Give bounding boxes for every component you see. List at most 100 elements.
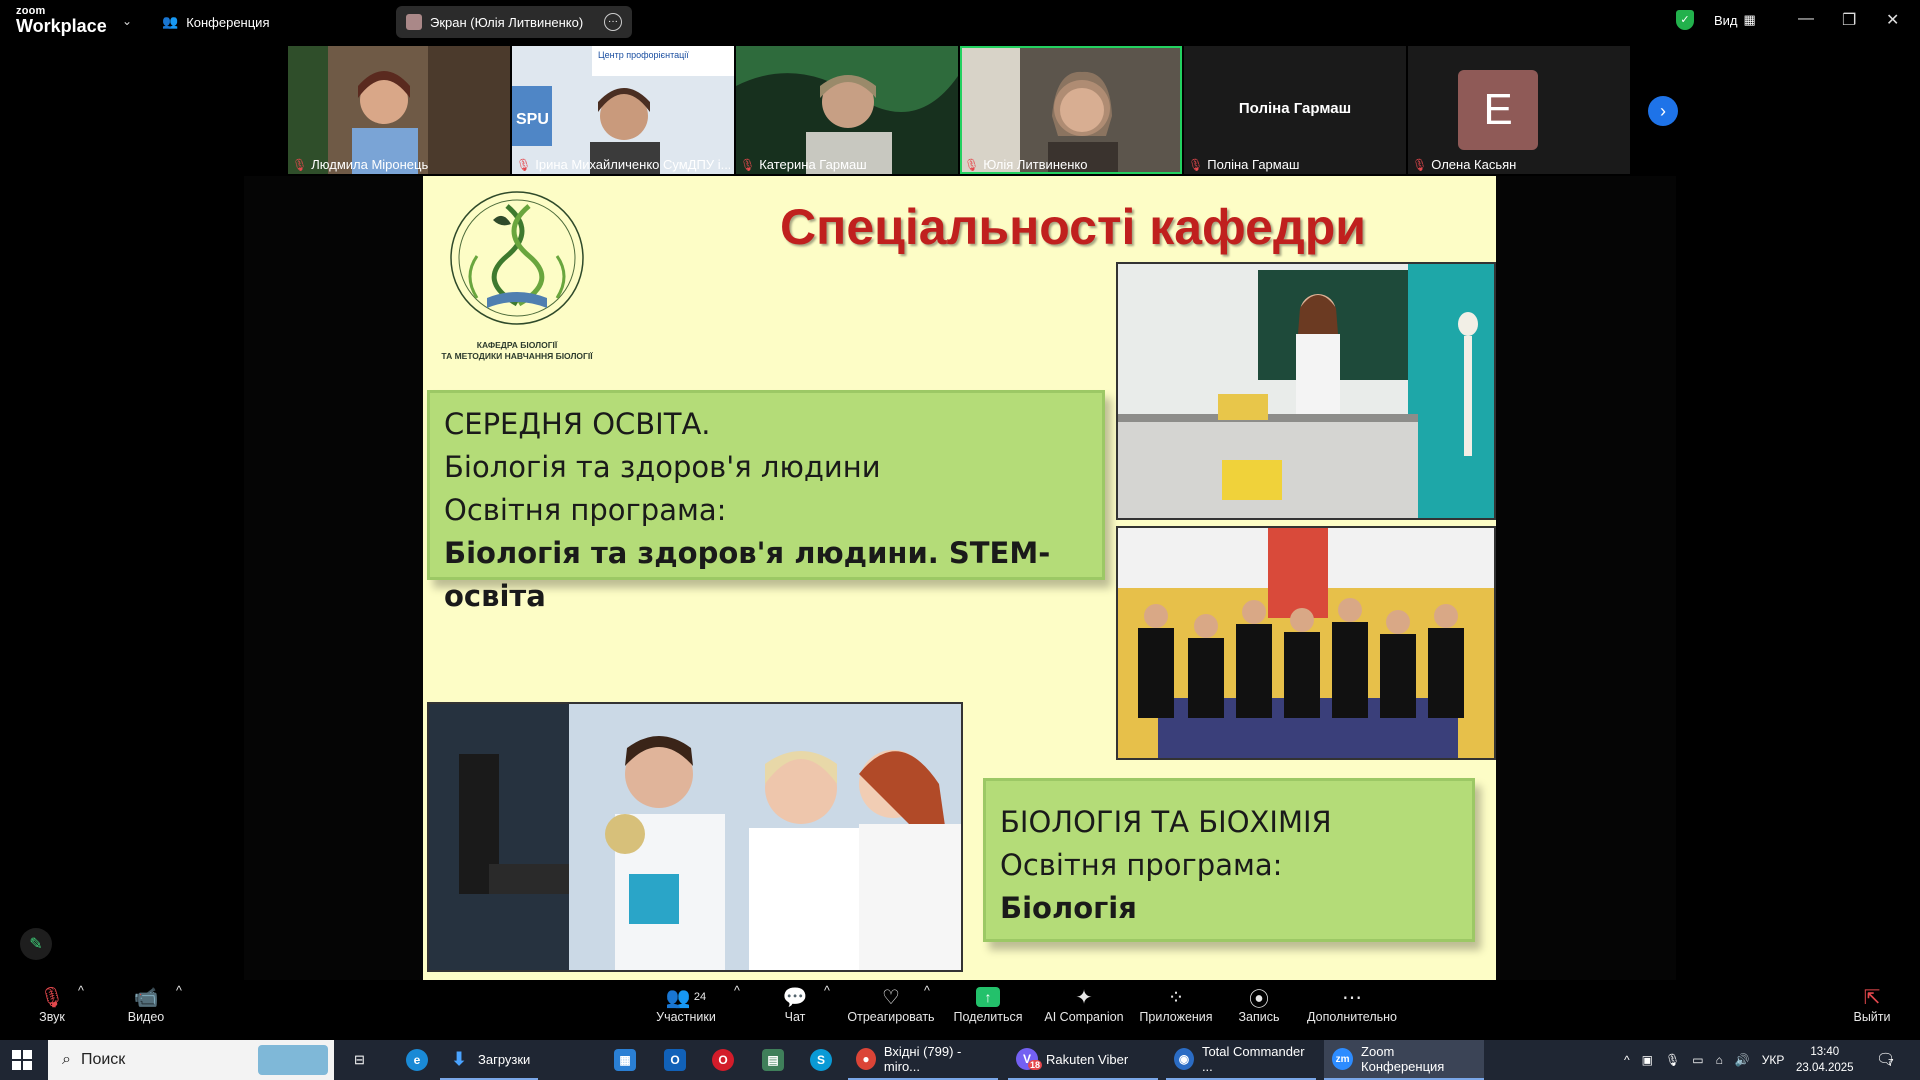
calculator-icon[interactable]: ▤: [754, 1040, 792, 1080]
logo-line2: Workplace: [16, 16, 107, 36]
ai-companion-button[interactable]: ✦ AI Companion: [1044, 984, 1124, 1025]
tray-camera-icon[interactable]: ▣: [1642, 1053, 1653, 1067]
apps-button[interactable]: ⁘ Приложения: [1138, 984, 1214, 1025]
close-button[interactable]: ✕: [1886, 10, 1899, 30]
meeting-toolbar: 🎙 Звук ^ 📹 Видео ^ 👥 24 Участники ^ 💬 Чат…: [0, 980, 1920, 1040]
screen-share-indicator[interactable]: Экран (Юлія Литвиненко) ···: [396, 6, 632, 38]
taskbar-downloads[interactable]: ⬇ Загрузки: [440, 1040, 539, 1080]
zoom-logo[interactable]: zoom Workplace: [16, 6, 107, 36]
audio-label: Звук: [39, 1010, 65, 1024]
participant-name-2: 🎙 Катерина Гармаш: [740, 157, 867, 172]
video-options-chevron-icon[interactable]: ^: [176, 984, 182, 998]
mic-muted-icon: 🎙: [964, 157, 980, 172]
taskbar-total-commander[interactable]: ◉ Total Commander ...: [1166, 1040, 1316, 1080]
participants-options-chevron-icon[interactable]: ^: [734, 984, 740, 998]
department-emblem-logo: [450, 191, 584, 325]
participant-video: [736, 46, 958, 174]
emblem-caption-line1: КАФЕДРА БІОЛОГІЇ: [476, 340, 558, 350]
share-screen-button[interactable]: ↑ Поделиться: [952, 984, 1024, 1024]
video-button[interactable]: 📹 Видео: [120, 984, 172, 1025]
specialty-box-secondary-education: СЕРЕДНЯ ОСВІТА. Біологія та здоров'я люд…: [427, 390, 1105, 613]
tray-mic-icon[interactable]: 🎙: [1665, 1053, 1680, 1067]
download-arrow-icon: ⬇: [451, 1048, 467, 1069]
opera-icon[interactable]: O: [704, 1040, 742, 1080]
record-button[interactable]: ⦿ Запись: [1236, 984, 1282, 1025]
annotate-pen-icon[interactable]: ✎: [20, 928, 52, 960]
tray-network-icon[interactable]: ⌂: [1716, 1053, 1723, 1067]
search-placeholder: Поиск: [80, 1051, 126, 1068]
next-page-arrow-icon[interactable]: ›: [1648, 96, 1678, 126]
downloads-label: Загрузки: [478, 1051, 531, 1067]
participant-tile[interactable]: 🎙 Людмила Міронець: [288, 46, 510, 174]
presentation-slide: Спеціальності кафедри КАФЕДРА БІОЛОГІЇ Т…: [423, 176, 1496, 980]
security-shield-icon[interactable]: ✓: [1676, 10, 1694, 30]
tray-screen-icon[interactable]: ▭: [1692, 1053, 1703, 1067]
restore-button[interactable]: ❐: [1842, 10, 1856, 30]
view-label: Вид: [1714, 12, 1738, 28]
chat-icon: 💬: [782, 986, 808, 1009]
participants-button[interactable]: 👥 24 Участники: [650, 984, 722, 1025]
more-options-icon[interactable]: ···: [604, 13, 622, 31]
taskbar-chrome[interactable]: ● Вхідні (799) - miro...: [848, 1040, 998, 1080]
chat-options-chevron-icon[interactable]: ^: [824, 984, 830, 998]
audio-options-chevron-icon[interactable]: ^: [78, 984, 84, 998]
view-button[interactable]: Вид ▦: [1714, 12, 1756, 28]
chat-button[interactable]: 💬 Чат: [780, 984, 810, 1025]
minimize-button[interactable]: —: [1798, 10, 1814, 28]
sparkle-icon: ✦: [1075, 986, 1093, 1009]
apps-label: Приложения: [1139, 1010, 1213, 1024]
windows-start-icon[interactable]: [12, 1050, 32, 1070]
participant-tile[interactable]: 🎙 Катерина Гармаш: [736, 46, 958, 174]
search-icon: ⌕: [62, 1051, 71, 1068]
more-dots-icon: ⋯: [1342, 986, 1362, 1009]
edge-browser-icon[interactable]: e: [398, 1040, 436, 1080]
chrome-icon: ●: [856, 1048, 876, 1070]
mic-muted-icon: 🎙: [1412, 157, 1428, 172]
meeting-menu[interactable]: 👥 Конференция: [162, 12, 269, 32]
participants-label: Участники: [656, 1010, 716, 1024]
participant-tile[interactable]: Центр профорієнтації SPU 🎙 Ірина Михайлич…: [512, 46, 734, 174]
tray-chevron-up-icon[interactable]: ^: [1624, 1053, 1630, 1067]
participant-tile-active-speaker[interactable]: 🎙 Юлія Литвиненко: [960, 46, 1182, 174]
participant-avatar: Е: [1458, 70, 1538, 150]
audio-button[interactable]: 🎙 Звук: [28, 984, 76, 1025]
tray-language[interactable]: УКР: [1762, 1053, 1785, 1067]
chrome-label: Вхідні (799) - miro...: [883, 1044, 962, 1074]
leave-button[interactable]: ⇱ Выйти: [1852, 984, 1892, 1025]
clock-date: 23.04.2025: [1796, 1062, 1854, 1074]
apps-icon: ⁘: [1167, 986, 1185, 1009]
outlook-icon[interactable]: O: [656, 1040, 694, 1080]
box1-line3: Освітня програма:: [444, 493, 727, 527]
participant-video: Центр профорієнтації SPU: [512, 46, 734, 174]
participant-center-name: Поліна Гармаш: [1238, 100, 1352, 117]
zoom-taskbar-label: Zoom Конференция: [1361, 1044, 1445, 1074]
taskbar-search-box[interactable]: ⌕ Поиск: [48, 1040, 334, 1080]
react-button[interactable]: ♡ Отреагировать: [846, 984, 936, 1025]
emblem-caption-line2: ТА МЕТОДИКИ НАВЧАННЯ БІОЛОГІЇ: [441, 350, 593, 361]
participant-video: [960, 46, 1182, 174]
box1-line4: Біологія та здоров'я людини. STEM-освіта: [444, 536, 1051, 613]
taskbar-clock[interactable]: 13:40 23.04.2025: [1796, 1044, 1854, 1076]
system-tray: ^ ▣ 🎙 ▭ ⌂ 🔊 УКР: [1624, 1040, 1784, 1080]
notification-center-icon[interactable]: 🗨 7: [1876, 1050, 1895, 1069]
share-label: Поделиться: [953, 1010, 1023, 1024]
chevron-down-icon[interactable]: ⌄: [122, 14, 132, 28]
participant-tile[interactable]: Е 🎙 Олена Касьян: [1408, 46, 1630, 174]
task-view-icon[interactable]: ⊟: [346, 1040, 373, 1080]
skype-icon[interactable]: S: [802, 1040, 840, 1080]
react-options-chevron-icon[interactable]: ^: [924, 984, 930, 998]
mic-muted-icon: 🎙: [39, 986, 65, 1009]
taskbar-viber[interactable]: V 18 Rakuten Viber: [1008, 1040, 1158, 1080]
taskbar-zoom[interactable]: zm Zoom Конференция: [1324, 1040, 1484, 1080]
windows-taskbar: ⌕ Поиск ⊟ e ⬇ Загрузки ▦ O O ▤ S ● Вхідн…: [0, 1040, 1920, 1080]
participant-name-0: 🎙 Людмила Міронець: [292, 157, 429, 172]
leave-icon: ⇱: [1863, 986, 1881, 1009]
tray-volume-icon[interactable]: 🔊: [1735, 1053, 1750, 1067]
zoom-window: zoom Workplace ⌄ 👥 Конференция Экран (Юл…: [0, 0, 1920, 1040]
chat-label: Чат: [784, 1010, 806, 1024]
box2-line1: БІОЛОГІЯ ТА БІОХІМІЯ: [1000, 805, 1332, 839]
store-icon[interactable]: ▦: [606, 1040, 644, 1080]
laboratory-scientists-photo: [427, 702, 963, 972]
participant-tile[interactable]: Поліна Гармаш 🎙 Поліна Гармаш: [1184, 46, 1406, 174]
more-button[interactable]: ⋯ Дополнительно: [1306, 984, 1398, 1025]
